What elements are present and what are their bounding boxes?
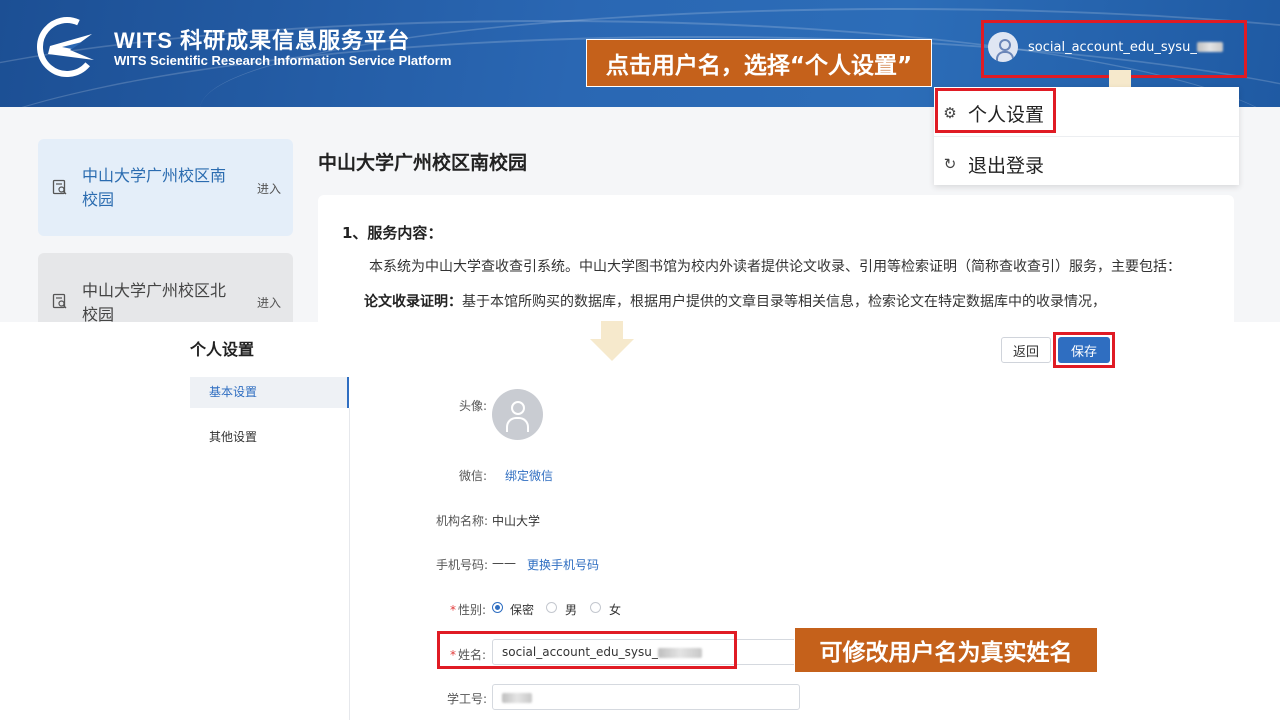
gender-option-label: 保密: [510, 603, 535, 617]
paper-proof-text: 基于本馆所购买的数据库，根据用户提供的文章目录等相关信息，检索论文在特定数据库中…: [462, 294, 1106, 310]
nav-active-indicator: [347, 377, 349, 408]
enter-link[interactable]: 进入: [257, 180, 281, 197]
campus-name-line2: 校园: [82, 305, 115, 322]
instruction-callout-top: 点击用户名，选择“个人设置”: [586, 39, 932, 87]
document-search-icon: [52, 293, 67, 309]
settings-title: 个人设置: [190, 340, 255, 359]
menu-item-logout[interactable]: ↻ 退出登录: [934, 140, 1239, 188]
name-field-highlight: [437, 631, 737, 669]
service-heading: 1、服务内容：: [342, 224, 443, 242]
campus-name-line2: 校园: [82, 190, 115, 209]
enter-link[interactable]: 进入: [257, 294, 281, 311]
nav-basic-settings[interactable]: 基本设置: [190, 377, 349, 408]
page-title: 中山大学广州校区南校园: [318, 152, 528, 174]
nav-other-settings[interactable]: 其他设置: [209, 428, 257, 445]
bind-wechat-link[interactable]: 绑定微信: [505, 467, 553, 484]
staff-id-input[interactable]: [492, 684, 800, 710]
logo-icon: [37, 17, 97, 77]
campus-name-line1: 中山大学广州校区南: [82, 166, 227, 185]
nav-divider: [349, 408, 350, 720]
campus-name-line1: 中山大学广州校区北: [82, 281, 227, 300]
phone-value: ——: [492, 556, 516, 570]
org-label: 机构名称:: [436, 514, 489, 528]
save-button-highlight: [1053, 332, 1115, 368]
gender-label: * 性别:: [450, 603, 487, 617]
staff-id-label: 学工号:: [447, 692, 488, 706]
paper-proof-description: 论文收录证明：基于本馆所购买的数据库，根据用户提供的文章目录等相关信息，检索论文…: [364, 291, 1106, 311]
portal-screenshot: WITS 科研成果信息服务平台 WITS Scientific Research…: [0, 0, 1280, 322]
back-button[interactable]: 返回: [1001, 337, 1051, 363]
logo-title: WITS 科研成果信息服务平台: [114, 28, 411, 53]
gender-radio-female[interactable]: [590, 602, 601, 613]
instruction-callout-bottom: 可修改用户名为真实姓名: [794, 627, 1098, 673]
campus-card-south[interactable]: 中山大学广州校区南 校园 进入: [38, 139, 293, 236]
logout-icon: ↻: [943, 155, 957, 173]
gender-radio-male[interactable]: [546, 602, 557, 613]
org-value: 中山大学: [492, 514, 541, 528]
menu-item-label: 退出登录: [968, 154, 1045, 177]
arrow-down-icon: [590, 321, 634, 361]
document-search-icon: [52, 179, 67, 195]
gender-radio-secret[interactable]: [492, 602, 503, 613]
menu-item-highlight: [935, 88, 1056, 133]
service-intro: 本系统为中山大学查收查引系统。中山大学图书馆为校内外读者提供论文收录、引用等检索…: [369, 259, 1181, 275]
phone-label: 手机号码:: [436, 558, 489, 572]
avatar-label: 头像:: [459, 399, 488, 413]
campus-card-north[interactable]: 中山大学广州校区北 校园 进入: [38, 253, 293, 322]
gender-option-label: 女: [609, 603, 622, 617]
change-phone-link[interactable]: 更换手机号码: [527, 556, 599, 573]
logo-subtitle: WITS Scientific Research Information Ser…: [114, 53, 452, 68]
wechat-label: 微信:: [459, 469, 488, 483]
gender-option-label: 男: [565, 603, 578, 617]
paper-proof-label: 论文收录证明：: [364, 294, 462, 310]
avatar[interactable]: [492, 389, 543, 440]
